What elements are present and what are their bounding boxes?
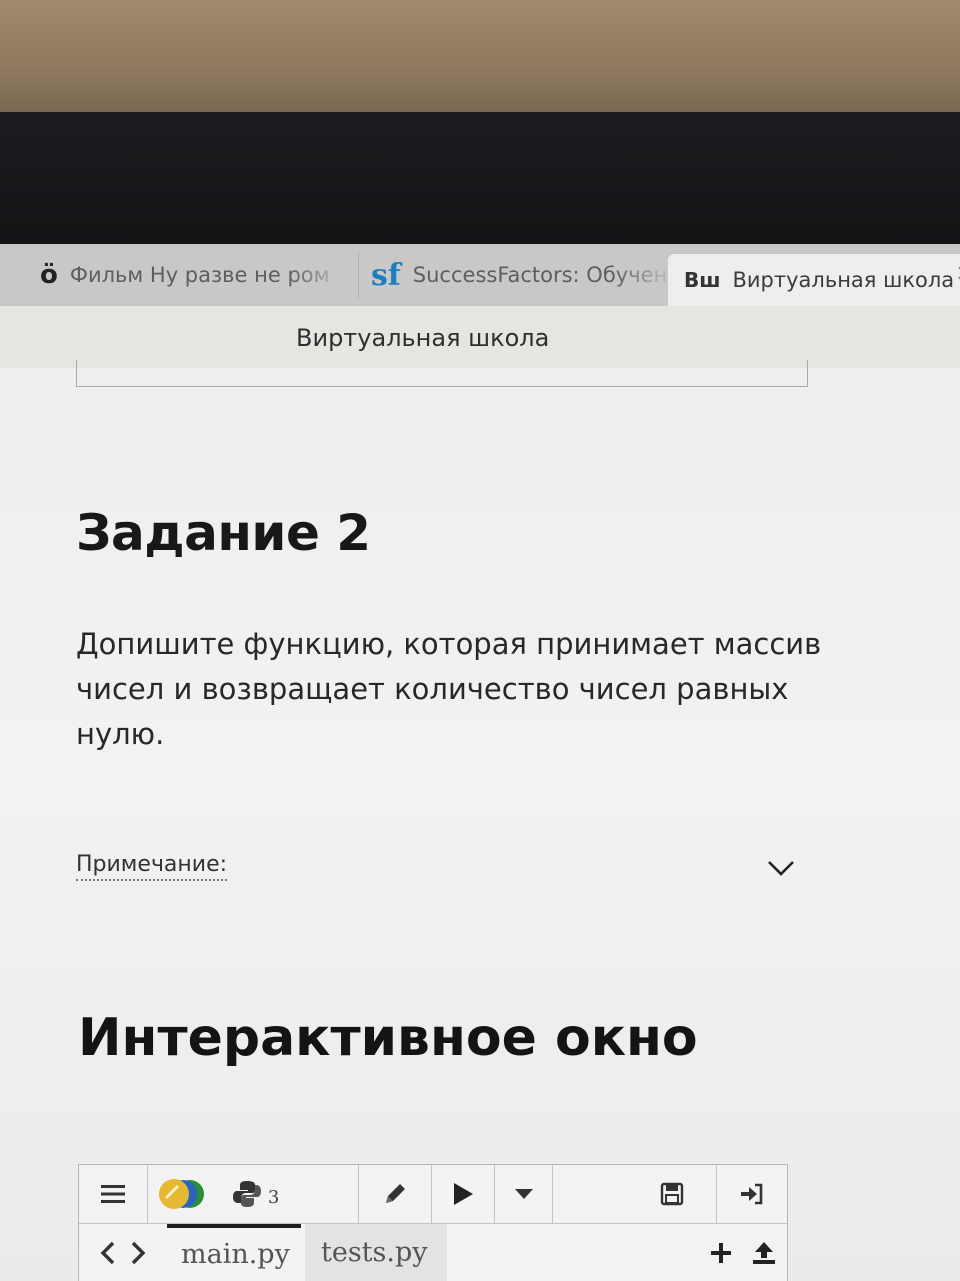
python-icon xyxy=(232,1181,261,1207)
page-content: Задание 2 Допишите функцию, которая прин… xyxy=(0,360,960,1281)
menu-button[interactable] xyxy=(79,1165,148,1223)
task-heading: Задание 2 xyxy=(76,504,371,562)
browser-tab-bar: ö Фильм Ну разве не ром sf SuccessFactor… xyxy=(0,244,960,306)
background-wall xyxy=(0,0,960,112)
add-file-button[interactable] xyxy=(701,1224,741,1281)
caret-down-icon xyxy=(514,1189,533,1199)
virtual-school-icon: Вш xyxy=(684,268,721,292)
previous-block-border xyxy=(76,360,808,387)
toggle-view-button[interactable] xyxy=(79,1224,167,1281)
sign-in-icon xyxy=(741,1183,763,1205)
upload-file-button[interactable] xyxy=(741,1224,787,1281)
monitor-bezel xyxy=(0,112,960,244)
browser-tab-successfactors[interactable]: sf SuccessFactors: Обучен xyxy=(358,252,676,298)
task-description: Допишите функцию, которая принимает масс… xyxy=(76,627,822,751)
upload-icon xyxy=(753,1241,775,1264)
browser-tab-label: Фильм Ну разве не ром xyxy=(69,263,330,287)
run-options-dropdown[interactable] xyxy=(495,1165,554,1223)
code-editor: 3 main.py tests.py xyxy=(78,1164,788,1281)
save-icon xyxy=(661,1182,684,1206)
editor-toolbar: 3 xyxy=(79,1165,787,1224)
code-brackets-icon xyxy=(100,1241,146,1264)
film-site-icon: ö xyxy=(40,260,58,290)
runtime-selector[interactable]: 3 xyxy=(148,1165,360,1223)
python-version: 3 xyxy=(267,1186,280,1208)
file-tabs: main.py tests.py xyxy=(79,1224,787,1281)
window-title: Виртуальная школа xyxy=(296,324,550,352)
close-tab-icon[interactable]: ✕ xyxy=(956,262,960,287)
page-title-bar: Виртуальная школа xyxy=(0,306,960,368)
hamburger-icon xyxy=(100,1185,125,1203)
browser-tab-film[interactable]: ö Фильм Ну разве не ром xyxy=(40,252,350,298)
note-toggle[interactable]: Примечание: xyxy=(76,852,228,881)
interactive-window-heading: Интерактивное окно xyxy=(78,1008,698,1068)
save-button[interactable] xyxy=(553,1165,718,1223)
submit-button[interactable] xyxy=(717,1165,787,1223)
browser-tab-label: Виртуальная школа xyxy=(732,268,955,292)
plus-icon xyxy=(711,1242,731,1263)
pencil-icon xyxy=(386,1184,406,1203)
file-tab-main[interactable]: main.py xyxy=(167,1224,301,1281)
language-circles-icon xyxy=(158,1179,204,1209)
file-tab-tests[interactable]: tests.py xyxy=(305,1224,447,1281)
browser-tab-virtual-school[interactable]: Вш Виртуальная школа ✕ xyxy=(668,254,960,306)
edit-button[interactable] xyxy=(359,1165,432,1223)
run-button[interactable] xyxy=(432,1165,496,1223)
play-icon xyxy=(453,1183,473,1205)
chevron-down-icon[interactable] xyxy=(766,858,796,878)
browser-tab-label: SuccessFactors: Обучен xyxy=(412,263,668,287)
successfactors-icon: sf xyxy=(371,257,401,293)
